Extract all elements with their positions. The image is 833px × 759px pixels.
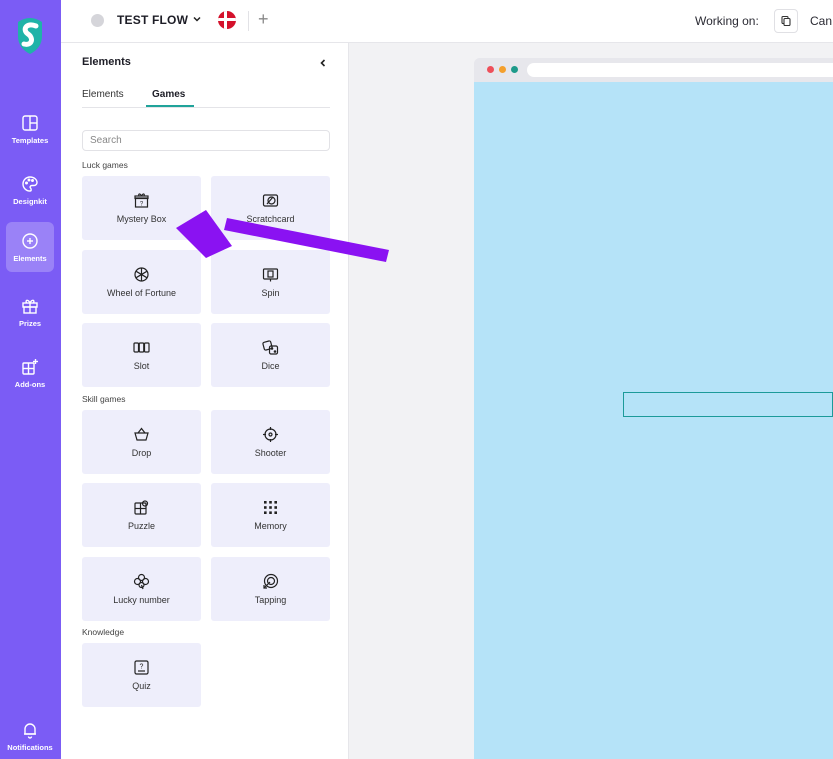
section-label-skill: Skill games (82, 394, 126, 404)
search-input[interactable] (82, 130, 330, 151)
section-label-luck: Luck games (82, 160, 128, 170)
denmark-flag-icon[interactable] (218, 11, 236, 29)
card-label: Mystery Box (116, 214, 167, 224)
rail-item-prizes[interactable]: Prizes (6, 287, 54, 337)
status-dot (91, 14, 104, 27)
rail-item-label: Designkit (13, 196, 47, 206)
rail-item-label: Add-ons (14, 379, 46, 389)
card-label: Puzzle (127, 521, 155, 531)
game-card-lucky-number[interactable]: Lucky number (82, 557, 201, 621)
templates-icon (22, 114, 38, 131)
chevron-down-icon[interactable] (191, 13, 203, 25)
card-label: Dice (261, 361, 280, 371)
game-card-spin[interactable]: Spin (211, 250, 330, 314)
rail-item-elements[interactable]: Elements (6, 222, 54, 272)
app-logo-icon[interactable] (12, 14, 48, 58)
add-flow-button[interactable]: + (258, 9, 269, 29)
game-card-slot[interactable]: Slot (82, 323, 201, 387)
url-bar (527, 63, 833, 77)
spin-icon (262, 268, 279, 282)
game-card-dice[interactable]: Dice (211, 323, 330, 387)
gift-icon: ? (134, 193, 149, 208)
quiz-icon: ? (134, 660, 149, 675)
add-ons-icon (22, 358, 38, 375)
palette-icon (22, 175, 38, 192)
rail-item-label: Notifications (7, 742, 53, 752)
copy-button[interactable] (774, 9, 798, 33)
project-name[interactable]: TEST FLOW (117, 13, 188, 27)
card-label: Spin (261, 288, 280, 298)
selected-element-outline[interactable] (623, 392, 833, 417)
top-bar: TEST FLOW + Working on: Can (61, 0, 833, 43)
rail-item-label: Elements (13, 253, 47, 263)
rail-item-designkit[interactable]: Designkit (6, 165, 54, 215)
elements-panel: Elements Elements Games Luck games ? Mys… (61, 43, 349, 759)
game-card-mystery-box[interactable]: ? Mystery Box (82, 176, 201, 240)
game-card-drop[interactable]: Drop (82, 410, 201, 474)
tab-games[interactable]: Games (152, 89, 185, 100)
chevron-left-icon[interactable] (317, 57, 329, 69)
card-label: Wheel of Fortune (106, 288, 177, 298)
crosshair-icon (263, 427, 278, 442)
grid-dots-icon (264, 501, 277, 514)
canvas-content[interactable] (474, 82, 833, 759)
panel-tabs: Elements Games (82, 89, 330, 108)
basket-icon (134, 427, 149, 441)
card-label: Quiz (132, 681, 151, 691)
panel-title: Elements (82, 56, 131, 68)
game-card-wheel-of-fortune[interactable]: Wheel of Fortune (82, 250, 201, 314)
plus-circle-icon (22, 232, 38, 249)
section-label-knowledge: Knowledge (82, 627, 125, 637)
browser-bar (474, 58, 833, 82)
slot-icon (133, 342, 150, 353)
card-label: Slot (133, 361, 150, 371)
card-label: Scratchcard (246, 214, 295, 224)
card-label: Drop (131, 448, 152, 458)
browser-dot-red (487, 66, 494, 73)
card-label: Shooter (254, 448, 287, 458)
card-label: Lucky number (113, 595, 170, 605)
preview-canvas (474, 58, 833, 759)
rail-item-label: Prizes (18, 318, 42, 328)
rail-item-templates[interactable]: Templates (6, 104, 54, 154)
left-rail: Templates Designkit Elements Prizes Add-… (0, 0, 61, 759)
game-card-scratchcard[interactable]: Scratchcard (211, 176, 330, 240)
divider (248, 11, 249, 31)
puzzle-icon (134, 500, 149, 515)
scratchcard-icon (262, 194, 279, 207)
bell-icon (24, 722, 36, 739)
tab-elements[interactable]: Elements (82, 89, 124, 100)
game-card-tapping[interactable]: Tapping (211, 557, 330, 621)
working-on-label: Working on: (695, 14, 759, 28)
card-label: Memory (254, 521, 287, 531)
canvas-selector[interactable]: Can (810, 14, 832, 28)
card-label: Tapping (254, 595, 287, 605)
browser-dot-green (511, 66, 518, 73)
game-card-quiz[interactable]: ? Quiz (82, 643, 201, 707)
dice-icon (262, 340, 279, 355)
svg-text:?: ? (140, 664, 144, 671)
rail-item-notifications[interactable]: Notifications (6, 711, 54, 759)
gift-icon (22, 299, 38, 314)
wheel-icon (134, 267, 149, 282)
rail-item-add-ons[interactable]: Add-ons (6, 348, 54, 398)
game-card-memory[interactable]: Memory (211, 483, 330, 547)
tap-target-icon (263, 573, 279, 589)
clover-icon (133, 573, 150, 590)
rail-item-label: Templates (11, 135, 49, 145)
active-tab-indicator (146, 105, 194, 107)
browser-dot-orange (499, 66, 506, 73)
game-card-puzzle[interactable]: Puzzle (82, 483, 201, 547)
game-card-shooter[interactable]: Shooter (211, 410, 330, 474)
copy-icon (781, 15, 791, 27)
